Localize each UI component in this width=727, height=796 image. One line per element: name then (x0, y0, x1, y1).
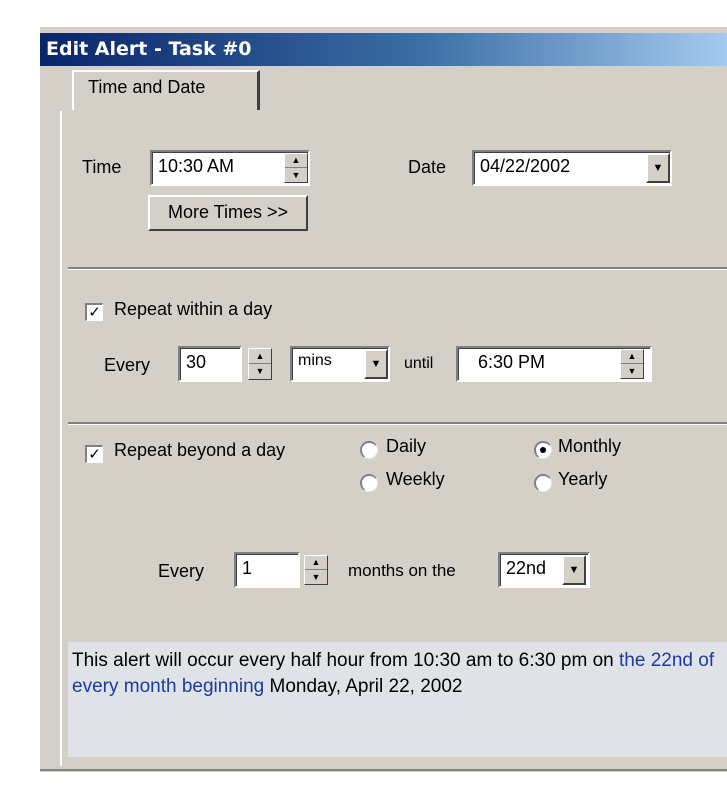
months-interval-value: 1 (242, 558, 253, 578)
interval-value: 30 (186, 352, 207, 372)
spin-down-icon[interactable]: ▼ (249, 364, 271, 379)
until-time-value: 6:30 PM (478, 352, 546, 372)
until-spinner[interactable]: ▲ ▼ (620, 349, 644, 379)
date-value: 04/22/2002 (480, 156, 571, 176)
alert-summary: This alert will occur every half hour fr… (68, 642, 727, 757)
unit-value: mins (298, 352, 332, 369)
monthly-radio[interactable] (534, 441, 552, 459)
spin-up-icon[interactable]: ▲ (621, 350, 643, 364)
window-title: Edit Alert - Task #0 (40, 33, 727, 66)
yearly-label: Yearly (558, 469, 608, 489)
date-dropdown[interactable]: 04/22/2002 (472, 150, 672, 186)
summary-text-end: Monday, April 22, 2002 (264, 676, 463, 697)
months-interval-spinner[interactable]: ▲ ▼ (304, 555, 328, 585)
until-label: until (404, 355, 434, 372)
daily-radio[interactable] (360, 441, 378, 459)
window-bottom-border (40, 769, 727, 771)
every-months-label: Every (158, 561, 205, 581)
weekly-radio[interactable] (360, 474, 378, 492)
daily-label: Daily (386, 436, 427, 456)
months-on-the-label: months on the (348, 561, 456, 580)
spin-up-icon[interactable]: ▲ (249, 349, 271, 364)
spin-down-icon[interactable]: ▼ (285, 168, 307, 182)
spin-up-icon[interactable]: ▲ (285, 154, 307, 168)
day-dropdown-arrow-icon[interactable]: ▼ (562, 555, 586, 585)
spin-up-icon[interactable]: ▲ (305, 556, 327, 570)
time-value: 10:30 AM (158, 156, 235, 176)
summary-text: This alert will occur every half hour fr… (72, 650, 620, 671)
separator (68, 422, 727, 425)
day-value: 22nd (506, 558, 547, 578)
repeat-beyond-day-label: Repeat beyond a day (114, 440, 286, 460)
interval-input[interactable]: 30 (178, 346, 242, 382)
spin-down-icon[interactable]: ▼ (305, 570, 327, 584)
monthly-label: Monthly (558, 436, 622, 456)
weekly-label: Weekly (386, 469, 445, 489)
tab-time-and-date[interactable]: Time and Date (72, 70, 260, 110)
more-times-button[interactable]: More Times >> (148, 195, 308, 231)
yearly-radio[interactable] (534, 474, 552, 492)
repeat-within-day-checkbox[interactable]: ✓ (85, 303, 103, 321)
spin-down-icon[interactable]: ▼ (621, 364, 643, 378)
date-dropdown-arrow-icon[interactable]: ▼ (646, 153, 670, 183)
repeat-beyond-day-checkbox[interactable]: ✓ (85, 445, 103, 463)
time-spinner[interactable]: ▲ ▼ (284, 153, 308, 183)
edit-alert-window: Edit Alert - Task #0 Time and Date Time … (38, 25, 727, 772)
unit-dropdown-arrow-icon[interactable]: ▼ (364, 349, 388, 379)
date-label: Date (408, 157, 447, 177)
separator (68, 267, 727, 270)
repeat-within-day-label: Repeat within a day (114, 299, 273, 319)
months-interval-input[interactable]: 1 (234, 552, 300, 588)
time-label: Time (82, 157, 122, 177)
interval-spinner[interactable]: ▲ ▼ (248, 348, 272, 380)
every-label: Every (104, 355, 151, 375)
